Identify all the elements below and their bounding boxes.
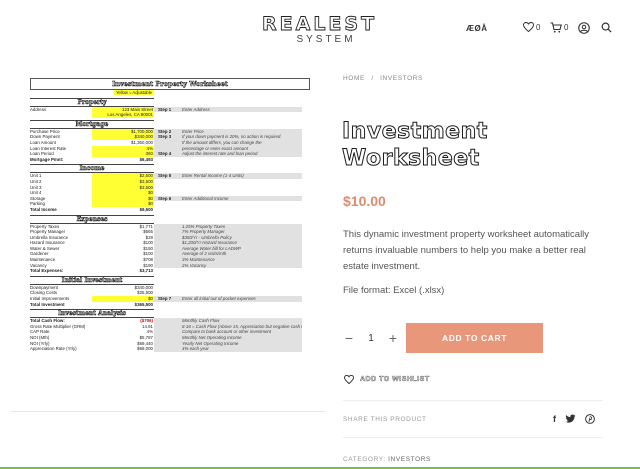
logo-line-1: REALEST xyxy=(262,13,378,35)
worksheet-row-step xyxy=(154,346,180,352)
worksheet-row-step xyxy=(154,112,180,118)
site-logo[interactable]: REALEST SYSTEM xyxy=(262,13,378,46)
account-icon xyxy=(578,22,590,34)
worksheet-section-heading: Investment Analysis xyxy=(30,309,154,319)
worksheet-row-value: $6,493 xyxy=(139,156,153,162)
wishlist-link[interactable]: 0 xyxy=(523,22,540,32)
worksheet-row-step xyxy=(154,268,180,274)
worksheet-section: Mortgage Purchase Price $1,700,000 Step 2 En… xyxy=(30,119,320,163)
worksheet-section: Initial Investment Downpayment $340,000 Clo… xyxy=(30,275,320,308)
worksheet-row-note: 4% each year xyxy=(180,346,302,352)
worksheet-table: Investment Property Worksheet Yellow = A… xyxy=(30,78,320,352)
category-label: CATEGORY: xyxy=(343,456,386,463)
heart-icon xyxy=(523,22,534,32)
worksheet-sections: Property Address 123 Main Street Step 1 Ente… xyxy=(30,97,320,352)
worksheet-row-note xyxy=(180,268,302,274)
worksheet-row-value: $365,500 xyxy=(134,301,153,307)
quantity-value[interactable]: 1 xyxy=(368,333,374,344)
worksheet-row: Total Investment $365,500 xyxy=(30,302,320,308)
search-button[interactable] xyxy=(601,22,612,33)
adjustable-key: Yellow = Adjustable xyxy=(30,90,154,96)
share-label: SHARE THIS PRODUCT xyxy=(343,416,427,423)
worksheet-row-step xyxy=(154,302,180,308)
divider xyxy=(343,437,603,438)
category-line: CATEGORY: INVESTORS xyxy=(343,456,431,463)
worksheet-row: Total Income $9,500 xyxy=(30,207,320,213)
search-icon xyxy=(601,22,612,33)
worksheet-row-note xyxy=(180,207,302,213)
worksheet-section: Expenses Property Taxes $1,771 1.25% Proper… xyxy=(30,214,320,274)
facebook-icon[interactable]: f xyxy=(553,413,556,425)
breadcrumb: HOME / INVESTORS xyxy=(343,75,427,82)
language-switcher[interactable]: ÆØÅ xyxy=(466,24,488,33)
worksheet-row-value: Los Angeles, CA 90001 xyxy=(92,112,154,118)
wishlist-label: ADD TO WISHLIST xyxy=(360,376,430,383)
worksheet-row-step xyxy=(154,207,180,213)
quantity-increase-button[interactable]: + xyxy=(387,330,399,346)
breadcrumb-separator: / xyxy=(371,75,374,82)
worksheet-section-heading: Expenses xyxy=(30,214,154,224)
add-to-wishlist-link[interactable]: ADD TO WISHLIST xyxy=(344,375,430,384)
worksheet-section: Investment Analysis Total Cash Flow: ($706… xyxy=(30,309,320,352)
worksheet-row-note xyxy=(180,112,302,118)
wishlist-count: 0 xyxy=(536,22,541,32)
breadcrumb-investors[interactable]: INVESTORS xyxy=(380,75,423,82)
worksheet-row-value: $9,500 xyxy=(139,206,153,212)
worksheet-section: Property Address 123 Main Street Step 1 Ente… xyxy=(30,97,320,118)
quantity-stepper: − 1 + xyxy=(343,326,399,350)
product-price: $10.00 xyxy=(343,193,386,209)
account-button[interactable] xyxy=(578,22,590,34)
worksheet-row-label: Total Investment xyxy=(30,301,65,307)
worksheet-section: Income Unit 1 $2,500 Step 5 Enter Rental Inc… xyxy=(30,164,320,212)
social-share: f xyxy=(553,413,595,425)
worksheet-row-label: Appreciation Rate (Yrly) xyxy=(30,346,77,352)
quantity-decrease-button[interactable]: − xyxy=(343,330,355,346)
worksheet-row: Mortgage Pmnt: $6,493 xyxy=(30,157,320,163)
product-image-worksheet[interactable]: Investment Property Worksheet Yellow = A… xyxy=(10,74,326,412)
file-format: File format: Excel (.xlsx) xyxy=(343,285,445,296)
cart-link[interactable]: 0 xyxy=(550,22,568,33)
adjustable-key-label: Yellow = Adjustable xyxy=(113,90,154,95)
category-link[interactable]: INVESTORS xyxy=(388,456,431,463)
worksheet-row: Los Angeles, CA 90001 xyxy=(30,112,320,118)
worksheet-row-label: Total Income xyxy=(30,206,57,212)
heart-icon xyxy=(344,375,354,384)
product-description: This dynamic investment property workshe… xyxy=(343,229,590,272)
add-to-cart-button[interactable]: ADD TO CART xyxy=(406,323,543,353)
pinterest-icon[interactable] xyxy=(585,414,595,424)
breadcrumb-home[interactable]: HOME xyxy=(343,75,365,82)
worksheet-row-value: $68,000 xyxy=(137,346,153,352)
worksheet-row-note xyxy=(180,302,302,308)
worksheet-section-heading: Property xyxy=(30,97,154,107)
worksheet-title: Investment Property Worksheet xyxy=(30,78,310,90)
worksheet-section-heading: Initial Investment xyxy=(30,275,154,285)
worksheet-row: Total Expenses: $3,713 xyxy=(30,268,320,274)
worksheet-row: Appreciation Rate (Yrly) $68,000 4% each y… xyxy=(30,346,320,352)
divider xyxy=(343,400,603,401)
worksheet-section-heading: Income xyxy=(30,164,154,174)
product-title: Investment Worksheet xyxy=(342,119,488,172)
worksheet-row-note xyxy=(180,157,302,163)
cart-count: 0 xyxy=(564,23,569,32)
worksheet-row-step xyxy=(154,157,180,163)
worksheet-row-label: Total Expenses: xyxy=(30,268,64,274)
twitter-icon[interactable] xyxy=(565,414,576,424)
cart-icon xyxy=(550,22,562,33)
worksheet-row-label xyxy=(30,112,92,118)
worksheet-row-label: Mortgage Pmnt: xyxy=(30,156,64,162)
worksheet-row-value: $3,713 xyxy=(139,268,153,274)
logo-line-2: SYSTEM xyxy=(296,34,356,45)
worksheet-section-heading: Mortgage xyxy=(30,119,154,129)
